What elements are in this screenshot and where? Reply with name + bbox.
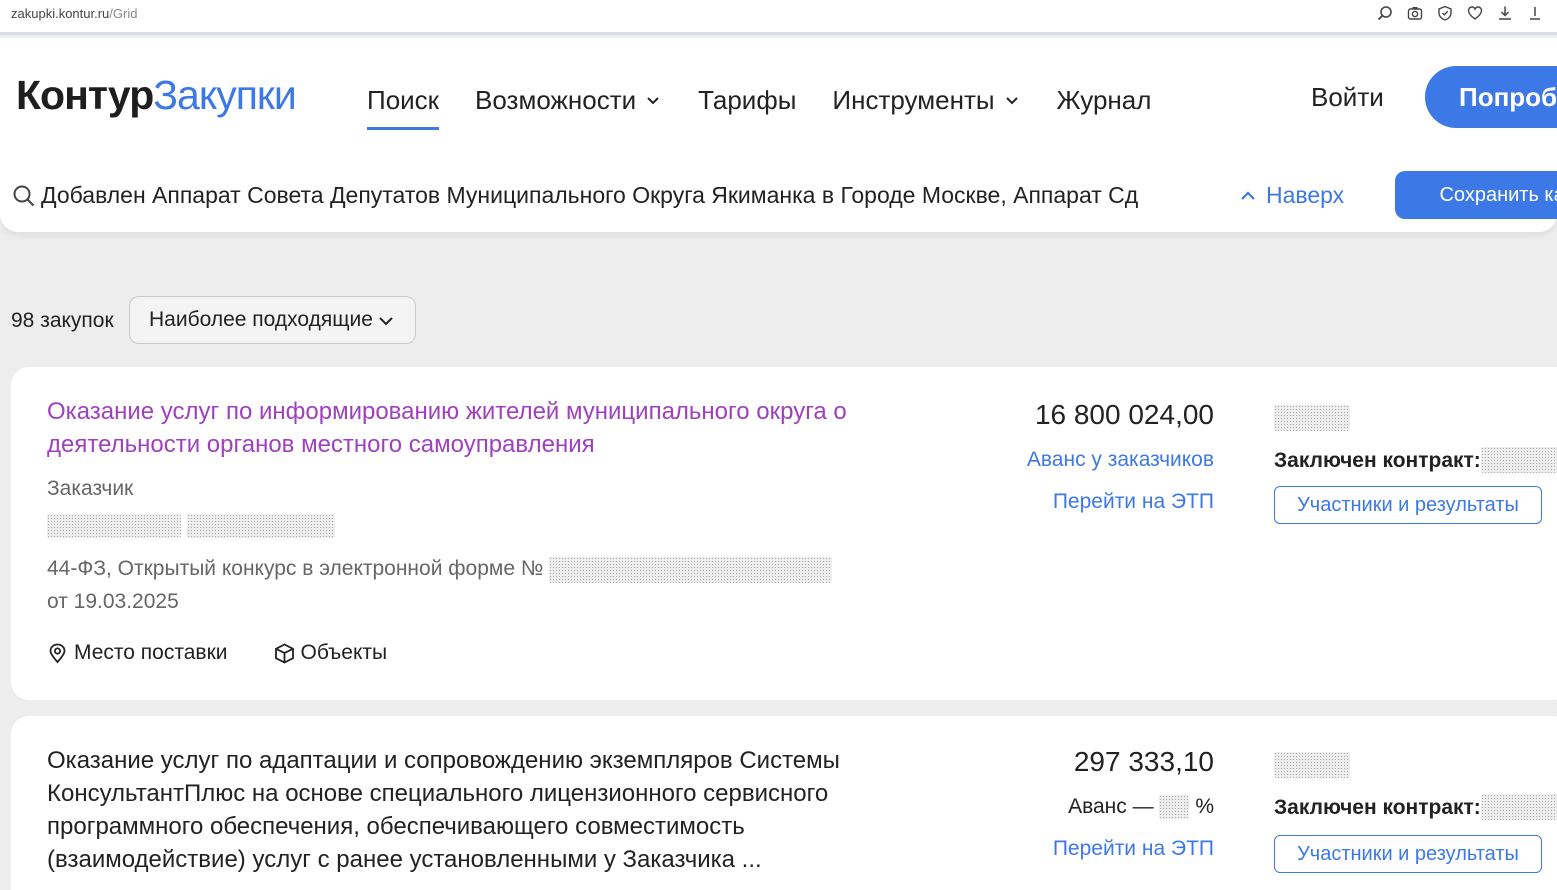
chevron-down-icon	[1005, 97, 1018, 105]
chevron-up-icon	[1241, 190, 1255, 200]
menu-icon[interactable]	[1527, 5, 1543, 21]
results-count: 98 закупок	[11, 309, 114, 332]
nav-features[interactable]: Возможности	[475, 82, 662, 118]
purchase-price: 297 333,10	[1073, 746, 1214, 777]
redacted-contract-value	[1481, 794, 1557, 820]
browser-address-bar: zakupki.kontur.ru/Grid	[0, 0, 1557, 35]
url-text[interactable]: zakupki.kontur.ru/Grid	[11, 6, 137, 21]
participants-results-button[interactable]: Участники и результаты	[1274, 486, 1542, 524]
contract-status-label: Заключен контракт:	[1274, 796, 1481, 819]
login-link[interactable]: Войти	[1311, 82, 1384, 113]
redacted-customer-name	[187, 514, 335, 538]
advance-link[interactable]: Аванс у заказчиков	[1027, 448, 1214, 472]
redacted-contract-value	[1481, 447, 1557, 473]
heart-icon[interactable]	[1467, 5, 1483, 21]
customer-label: Заказчик	[47, 477, 134, 500]
shield-icon[interactable]	[1437, 5, 1453, 21]
search-icon	[13, 185, 35, 207]
purchase-price: 16 800 024,00	[1034, 399, 1214, 430]
camera-icon[interactable]	[1407, 5, 1423, 21]
redacted-status	[1274, 752, 1350, 778]
nav-tools[interactable]: Инструменты	[832, 82, 1020, 118]
redacted-advance-percent	[1159, 795, 1190, 820]
main-nav: Поиск Возможности Тарифы Инструменты Жур…	[367, 82, 1187, 130]
card-tags: Место поставки Объекты	[47, 641, 433, 665]
search-bar: Добавлен Аппарат Совета Депутатов Муници…	[0, 170, 1557, 222]
site-header: КонтурЗакупки Поиск Возможности Тарифы И…	[0, 38, 1557, 232]
location-pin-icon	[49, 643, 66, 663]
save-search-button[interactable]: Сохранить как	[1395, 171, 1557, 219]
back-to-top-link[interactable]: Наверх	[1238, 182, 1344, 209]
sort-select[interactable]: Наиболее подходящие	[129, 296, 416, 344]
advance-info: Аванс — %	[1068, 795, 1214, 820]
chevron-down-icon	[379, 317, 393, 326]
place-of-delivery-button[interactable]: Место поставки	[47, 641, 228, 665]
try-button[interactable]: Попробовать	[1425, 66, 1557, 128]
go-to-etp-link[interactable]: Перейти на ЭТП	[1053, 837, 1214, 861]
logo[interactable]: КонтурЗакупки	[16, 72, 297, 119]
nav-search[interactable]: Поиск	[367, 82, 440, 130]
redacted-status	[1274, 405, 1350, 431]
purchase-card: Оказание услуг по информированию жителей…	[11, 367, 1557, 700]
search-query[interactable]: Добавлен Аппарат Совета Депутатов Муници…	[41, 182, 1181, 209]
redacted-notice-number	[549, 557, 832, 583]
nav-tariffs[interactable]: Тарифы	[698, 82, 796, 118]
chevron-down-icon	[647, 97, 659, 105]
redacted-customer-name	[47, 514, 181, 538]
nav-journal[interactable]: Журнал	[1057, 82, 1152, 118]
box-icon	[274, 642, 294, 664]
go-to-etp-link[interactable]: Перейти на ЭТП	[1053, 490, 1214, 514]
browser-toolbar	[1377, 5, 1543, 21]
purchase-title-link[interactable]: Оказание услуг по адаптации и сопровожде…	[47, 744, 897, 876]
zoom-icon[interactable]	[1377, 5, 1393, 21]
objects-button[interactable]: Объекты	[274, 641, 387, 665]
purchase-card: Оказание услуг по адаптации и сопровожде…	[11, 716, 1557, 890]
participants-results-button[interactable]: Участники и результаты	[1274, 835, 1542, 873]
purchase-title-link[interactable]: Оказание услуг по информированию жителей…	[47, 395, 897, 461]
contract-status-label: Заключен контракт:	[1274, 449, 1481, 472]
publish-date: от 19.03.2025	[47, 590, 179, 613]
law-info: 44-ФЗ, Открытый конкурс в электронной фо…	[47, 557, 544, 580]
download-icon[interactable]	[1497, 5, 1513, 21]
